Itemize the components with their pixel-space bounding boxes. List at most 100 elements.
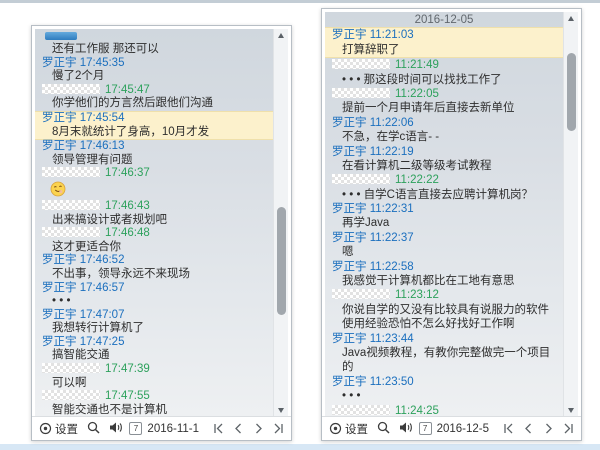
prev-page-button[interactable] xyxy=(523,423,534,434)
chat-area-right: 2016-12-05罗正宇 11:21:03打算辞职了11:21:49• • •… xyxy=(325,12,578,416)
page-bottom-strip xyxy=(0,444,600,450)
sender-name: 罗正宇 xyxy=(42,57,77,69)
snicker-emoji-icon[interactable] xyxy=(35,181,273,200)
chat-message[interactable]: 这才更适合你 xyxy=(35,241,273,255)
chat-message[interactable]: • • • xyxy=(325,389,563,403)
redacted-sender-row[interactable]: 17:46:37 xyxy=(35,167,273,181)
chat-history-window-left: 还有工作服 那还可以罗正宇 17:45:35慢了2个月17:45:47你学他们的… xyxy=(31,25,292,441)
settings-label: 设置 xyxy=(55,421,78,437)
chat-message[interactable]: 再学Java xyxy=(325,216,563,230)
message-time: 11:22:06 xyxy=(367,117,414,129)
chat-message[interactable]: • • • 那这段时间可以找找工作了 xyxy=(325,73,563,87)
chat-message[interactable]: 出来搞设计或者规划吧 xyxy=(35,214,273,228)
redacted-sender-row[interactable]: 11:22:05 xyxy=(325,87,563,101)
search-icon[interactable] xyxy=(377,421,390,437)
sender-name-row[interactable]: 罗正宇 11:23:50 xyxy=(325,375,563,389)
sender-name: 罗正宇 xyxy=(332,376,367,388)
first-page-button[interactable] xyxy=(213,423,224,434)
scroll-down-arrow-icon[interactable] xyxy=(274,404,288,416)
next-page-button[interactable] xyxy=(543,423,554,434)
chat-message[interactable]: 搞智能交通 xyxy=(35,349,273,363)
sender-name-row[interactable]: 罗正宇 11:22:58 xyxy=(325,260,563,274)
chat-message[interactable]: 我感觉干计算机都比在工地有意思 xyxy=(325,274,563,288)
date-value[interactable]: 2016-11-1 xyxy=(147,423,199,435)
redacted-sender-row[interactable]: 11:23:12 xyxy=(325,288,563,302)
redacted-sender-row[interactable]: 17:46:43 xyxy=(35,200,273,214)
chat-message[interactable]: 慢了2个月 xyxy=(35,70,273,84)
redacted-name-block xyxy=(42,227,100,237)
chat-message[interactable]: Java视频教程，有教你完整做完一个项目 的 xyxy=(325,346,563,375)
message-time: 11:22:22 xyxy=(395,174,439,186)
redacted-sender-row[interactable]: 11:21:49 xyxy=(325,58,563,72)
sender-name-row[interactable]: 罗正宇 11:21:03 xyxy=(325,27,563,42)
calendar-day: 7 xyxy=(134,424,138,433)
sender-name-row[interactable]: 罗正宇 11:22:19 xyxy=(325,145,563,159)
chat-message[interactable]: 我想转行计算机了 xyxy=(35,322,273,336)
date-value[interactable]: 2016-12-5 xyxy=(437,423,489,435)
first-page-button[interactable] xyxy=(503,423,514,434)
chat-message[interactable]: 打算辞职了 xyxy=(325,43,563,58)
speaker-icon[interactable] xyxy=(109,421,124,437)
message-time: 17:46:13 xyxy=(77,140,125,152)
scroll-thumb[interactable] xyxy=(567,53,576,131)
chat-message[interactable]: 智能交通也不是计算机 xyxy=(35,404,273,416)
speaker-icon[interactable] xyxy=(399,421,414,437)
next-page-button[interactable] xyxy=(253,423,264,434)
scroll-down-arrow-icon[interactable] xyxy=(564,404,578,416)
search-icon[interactable] xyxy=(87,421,100,437)
chat-message[interactable]: 你学他们的方言然后跟他们沟通 xyxy=(35,97,273,111)
settings-button[interactable]: 设置 xyxy=(329,421,368,437)
sender-name-row[interactable]: 罗正宇 17:47:25 xyxy=(35,336,273,350)
sender-name: 罗正宇 xyxy=(332,232,367,244)
redacted-sender-row[interactable]: 17:46:48 xyxy=(35,227,273,241)
redacted-sender-row[interactable]: 11:24:25 xyxy=(325,404,563,416)
redacted-sender-row[interactable]: 17:47:39 xyxy=(35,363,273,377)
redacted-name-block xyxy=(42,167,100,177)
scroll-up-arrow-icon[interactable] xyxy=(274,29,288,41)
redacted-name-block xyxy=(42,363,100,373)
chat-message[interactable]: 可以啊 xyxy=(35,377,273,391)
chat-message[interactable]: 不急，在学c语言- - xyxy=(325,130,563,144)
chat-message[interactable]: 嗯 xyxy=(325,245,563,259)
partial-selection-tab xyxy=(35,30,273,43)
message-time: 17:46:52 xyxy=(77,254,125,266)
chat-message[interactable]: • • • 自学C语言直接去应聘计算机岗？ xyxy=(325,188,563,202)
scrollbar-left[interactable] xyxy=(273,29,288,416)
sender-name-row[interactable]: 罗正宇 11:22:37 xyxy=(325,231,563,245)
chat-message[interactable]: 提前一个月申请年后直接去新单位 xyxy=(325,101,563,115)
calendar-icon[interactable]: 7 xyxy=(129,422,142,435)
settings-button[interactable]: 设置 xyxy=(39,421,78,437)
sender-name-row[interactable]: 罗正宇 17:46:13 xyxy=(35,140,273,154)
calendar-day: 7 xyxy=(423,424,427,433)
sender-name-row[interactable]: 罗正宇 11:23:44 xyxy=(325,332,563,346)
last-page-button[interactable] xyxy=(563,423,574,434)
redacted-sender-row[interactable]: 11:22:22 xyxy=(325,173,563,187)
scroll-thumb[interactable] xyxy=(277,207,286,315)
chat-message[interactable]: • • • xyxy=(35,295,273,309)
scroll-up-arrow-icon[interactable] xyxy=(564,12,578,24)
redacted-sender-row[interactable]: 17:47:55 xyxy=(35,390,273,404)
sender-name-row[interactable]: 罗正宇 17:45:35 xyxy=(35,57,273,71)
sender-name-row[interactable]: 罗正宇 17:45:54 xyxy=(35,111,273,126)
chat-message[interactable]: 在看计算机二级等级考试教程 xyxy=(325,159,563,173)
message-time: 11:21:49 xyxy=(395,59,439,71)
chat-message[interactable]: 不出事，领导永远不来现场 xyxy=(35,268,273,282)
scrollbar-right[interactable] xyxy=(563,12,578,416)
chat-message[interactable]: 你说自学的又没有比较具有说服力的软件 使用经验恐怕不怎么好找好工作啊 xyxy=(325,303,563,332)
chat-log-left: 还有工作服 那还可以罗正宇 17:45:35慢了2个月17:45:47你学他们的… xyxy=(35,29,273,416)
sender-name-row[interactable]: 罗正宇 17:46:52 xyxy=(35,254,273,268)
sender-name-row[interactable]: 罗正宇 11:22:31 xyxy=(325,202,563,216)
message-time: 17:47:55 xyxy=(105,390,150,402)
sender-name-row[interactable]: 罗正宇 11:22:06 xyxy=(325,116,563,130)
sender-name-row[interactable]: 罗正宇 17:47:07 xyxy=(35,309,273,323)
calendar-icon[interactable]: 7 xyxy=(419,422,432,435)
redacted-sender-row[interactable]: 17:45:47 xyxy=(35,84,273,98)
message-time: 11:22:37 xyxy=(367,232,414,244)
chat-message[interactable]: 8月末就统计了身高，10月才发 xyxy=(35,126,273,141)
chat-message[interactable]: 还有工作服 那还可以 xyxy=(35,43,273,57)
last-page-button[interactable] xyxy=(273,423,284,434)
prev-page-button[interactable] xyxy=(233,423,244,434)
chat-message[interactable]: 领导管理有问题 xyxy=(35,154,273,168)
sender-name-row[interactable]: 罗正宇 17:46:57 xyxy=(35,282,273,296)
message-time: 11:22:05 xyxy=(395,88,439,100)
